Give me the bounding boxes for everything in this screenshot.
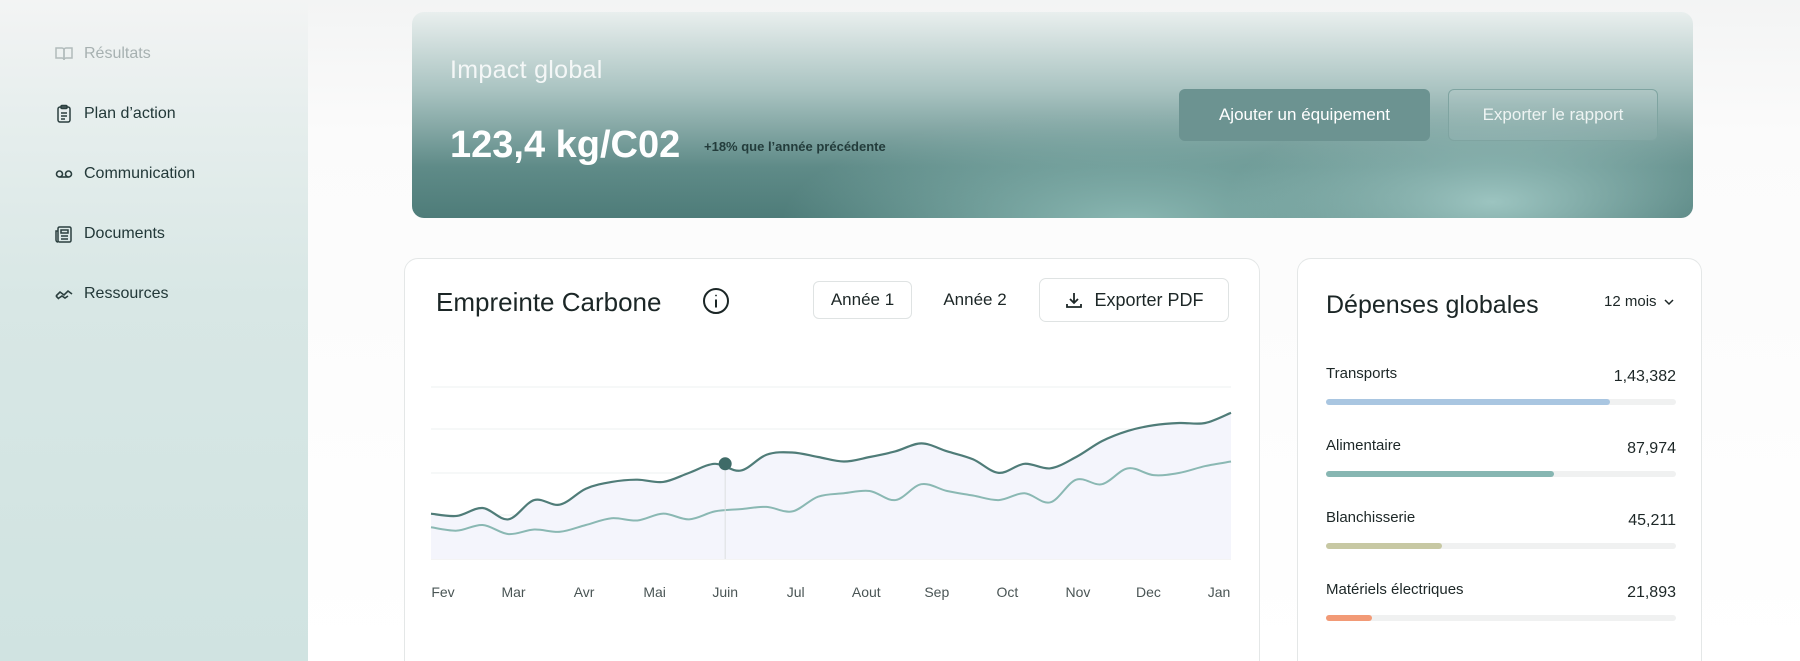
sidebar-item-label: Plan d’action <box>84 105 176 122</box>
sidebar-item-plan-action[interactable]: Plan d’action <box>54 100 195 128</box>
period-label: 12 mois <box>1604 293 1657 310</box>
x-tick-label: Oct <box>996 584 1018 600</box>
clipboard-icon <box>54 104 74 124</box>
sidebar-item-documents[interactable]: Documents <box>54 220 195 248</box>
expense-bar-track <box>1326 471 1676 477</box>
export-report-button[interactable]: Exporter le rapport <box>1448 89 1658 141</box>
expense-name: Matériels électriques <box>1326 581 1464 598</box>
sidebar: Résultats Plan d’action Communication Do… <box>0 0 308 661</box>
period-dropdown[interactable]: 12 mois <box>1604 293 1675 310</box>
x-tick-label: Avr <box>574 584 595 600</box>
x-tick-label: Juin <box>712 584 738 600</box>
sidebar-item-label: Documents <box>84 225 165 242</box>
voicemail-icon <box>54 164 74 184</box>
expense-value: 21,893 <box>1627 584 1676 601</box>
sidebar-item-label: Communication <box>84 165 196 182</box>
expense-bar-track <box>1326 543 1676 549</box>
chevron-down-icon <box>1664 298 1674 305</box>
carbon-line-chart: Fev Mar Avr Mai Juin Jul Aout Sep Oct Nov Dec Jan <box>430 386 1232 600</box>
expense-name: Alimentaire <box>1326 437 1402 454</box>
x-tick-label: Nov <box>1065 584 1090 600</box>
expense-bar-track <box>1326 615 1676 621</box>
add-equipment-button[interactable]: Ajouter un équipement <box>1179 89 1430 141</box>
x-tick-label: Aout <box>852 584 881 600</box>
sidebar-item-communication[interactable]: Communication <box>54 160 195 188</box>
expense-name: Transports <box>1326 365 1398 382</box>
x-tick-label: Sep <box>924 584 949 600</box>
x-tick-label: Mar <box>501 584 525 600</box>
sidebar-item-label: Ressources <box>84 285 169 302</box>
expense-bar-fill <box>1326 471 1554 477</box>
expense-bar-fill <box>1326 399 1610 405</box>
expense-bar-track <box>1326 399 1676 405</box>
expense-value: 87,974 <box>1627 440 1676 457</box>
x-tick-label: Fev <box>431 584 454 600</box>
x-tick-label: Jul <box>787 584 805 600</box>
expense-value: 45,211 <box>1628 512 1676 529</box>
expense-bar-fill <box>1326 543 1442 549</box>
x-tick-label: Dec <box>1136 584 1161 600</box>
global-expenses-card: Dépenses globales 12 mois Transports 1,43… <box>1297 258 1702 661</box>
series-area <box>431 412 1231 559</box>
highlight-point <box>718 457 732 471</box>
impact-label: Impact global <box>450 56 603 84</box>
impact-change: +18% que l’année précédente <box>704 139 886 154</box>
sidebar-item-label: Résultats <box>84 45 151 62</box>
impact-banner: Impact global 123,4 kg/C02 +18% que l’an… <box>412 12 1693 218</box>
sidebar-item-ressources[interactable]: Ressources <box>54 280 195 308</box>
expenses-title: Dépenses globales <box>1326 291 1539 319</box>
expense-value: 1,43,382 <box>1613 368 1676 385</box>
impact-value: 123,4 kg/C02 <box>450 124 681 166</box>
sidebar-item-resultats[interactable]: Résultats <box>54 40 195 68</box>
x-tick-label: Mai <box>643 584 666 600</box>
expense-name: Blanchisserie <box>1326 509 1416 526</box>
handshake-icon <box>54 284 74 304</box>
newspaper-icon <box>54 224 74 244</box>
x-tick-label: Jan <box>1208 584 1231 600</box>
carbon-footprint-card: Empreinte Carbone Année 1 Année 2 Export… <box>404 258 1260 661</box>
sidebar-nav: Résultats Plan d’action Communication Do… <box>54 40 195 340</box>
expense-bar-fill <box>1326 615 1372 621</box>
book-open-icon <box>54 44 74 64</box>
